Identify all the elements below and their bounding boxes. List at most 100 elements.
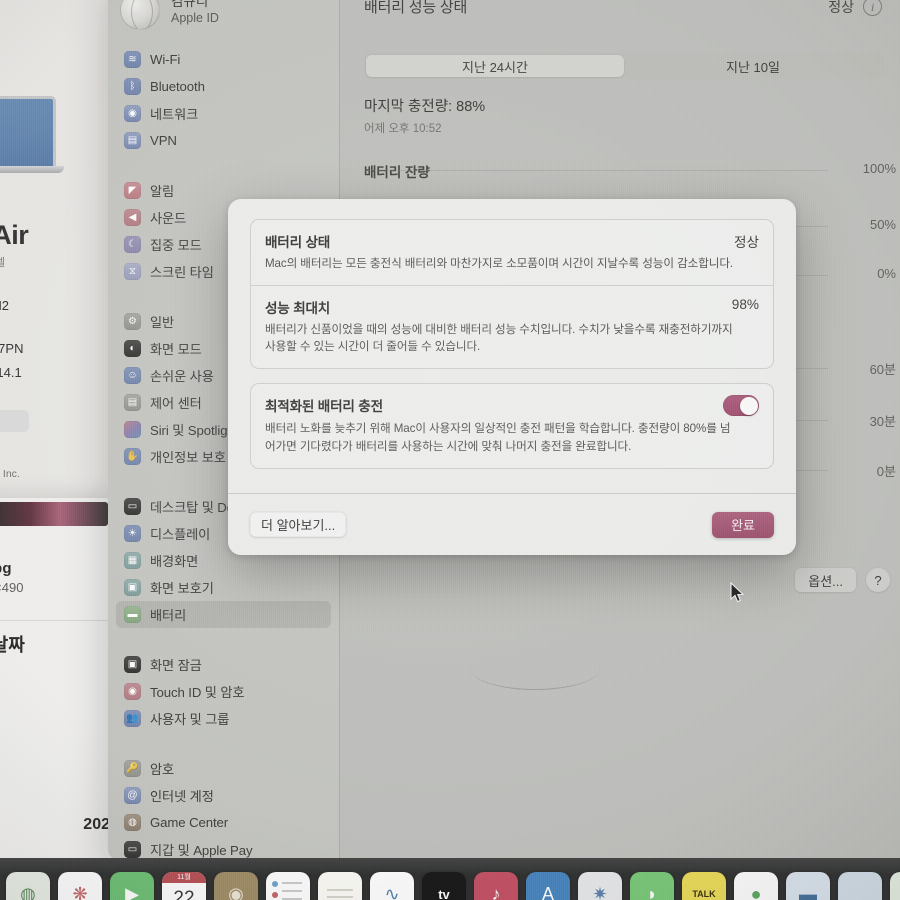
dock-item-app-store[interactable]: A [526, 872, 570, 900]
file-year: 202 [83, 816, 110, 833]
sidebar-item-internet-accounts[interactable]: @ 인터넷 계정 [116, 782, 331, 809]
macbook-illustration [0, 96, 64, 182]
about-chip: M2 [0, 298, 10, 313]
sidebar-item-label: 인터넷 계정 [150, 789, 214, 804]
dock-item-notes[interactable] [318, 872, 362, 900]
battery-health-dialog[interactable]: 배터리 상태 정상 Mac의 배터리는 모든 충전식 배터리와 마찬가지로 소모… [228, 199, 796, 555]
optimized-charging-row: 최적화된 배터리 충전 배터리 노화를 늦추기 위해 Mac이 사용자의 일상적… [251, 384, 773, 467]
sidebar-item-label: Siri 및 Spotligh [150, 423, 235, 438]
sidebar-item-label: Touch ID 및 암호 [150, 685, 245, 700]
time-range-segmented-control[interactable]: 지난 24시간 지난 10일 [364, 53, 884, 79]
sidebar-item-label: 네트워크 [150, 107, 199, 122]
sidebar-item-label: 스크린 타임 [150, 265, 214, 280]
sidebar-item-lock-screen[interactable]: ▣ 화면 잠금 [116, 651, 331, 678]
wallet-apple-pay-icon: ▭ [124, 841, 141, 858]
passwords-icon: 🔑 [124, 760, 141, 777]
files-divider [0, 620, 116, 621]
accessibility-icon: ☺ [124, 367, 141, 384]
sidebar-item-network[interactable]: ◉ 네트워크 [116, 100, 331, 127]
about-product-name: k Air [0, 220, 29, 250]
dock-item-apple-tv[interactable]: tv [422, 872, 466, 900]
sidebar-item-label: 집중 모드 [150, 238, 202, 253]
file-dimensions-1: 735×490 [0, 580, 24, 595]
dock-item-finder-green[interactable]: ● [734, 872, 778, 900]
dock-item-reminders[interactable] [266, 872, 310, 900]
control-center-icon: ▤ [124, 394, 141, 411]
account-name: 김규리 [171, 0, 209, 9]
sidebar-item-users-groups[interactable]: 👥 사용자 및 그룹 [116, 705, 331, 732]
segment-last-10-days[interactable]: 지난 10일 [624, 55, 882, 77]
dock-item-freeform[interactable]: ∿ [370, 872, 414, 900]
sidebar-item-screensaver[interactable]: ▣ 화면 보호기 [116, 574, 331, 601]
sidebar-item-touch-id[interactable]: ◉ Touch ID 및 암호 [116, 678, 331, 705]
options-button[interactable]: 옵션... [795, 568, 856, 592]
battery-condition-title: 배터리 상태 [265, 235, 331, 250]
about-os-version: na 14.1 [0, 364, 22, 380]
game-center-icon: ◍ [124, 814, 141, 831]
sidebar-item-label: Wi-Fi [150, 52, 181, 67]
optimized-charging-toggle[interactable] [723, 395, 759, 417]
dock-item-contacts[interactable]: ◉ [214, 872, 258, 900]
sidebar-item-battery[interactable]: ▬ 배터리 [116, 601, 331, 628]
toggle-knob [739, 396, 758, 415]
touch-id-icon: ◉ [124, 683, 141, 700]
about-more-info-button[interactable] [0, 410, 29, 432]
segment-last-24-hours[interactable]: 지난 24시간 [366, 55, 624, 77]
dock-item-music[interactable]: ♪ [474, 872, 518, 900]
dock-item-calendar[interactable]: 11월 22 [162, 872, 206, 900]
sidebar-group-spacer [108, 732, 339, 745]
sidebar-item-label: VPN [150, 133, 177, 148]
sidebar-item-game-center[interactable]: ◍ Game Center [116, 809, 331, 836]
dock-item-system-settings-blue[interactable]: ▬ [786, 872, 830, 900]
sidebar-item-passwords[interactable]: 🔑 암호 [116, 755, 331, 782]
chart-tick-label: 0분 [876, 464, 896, 479]
done-button[interactable]: 완료 [712, 511, 774, 538]
avatar [120, 0, 160, 30]
file-thumbnail-strip [0, 502, 108, 526]
sidebar-item-vpn[interactable]: ▤ VPN [116, 127, 331, 154]
sidebar-item-wallet-apple-pay[interactable]: ▭ 지갑 및 Apple Pay [116, 836, 331, 860]
sidebar-item-label: 배경화면 [150, 554, 199, 569]
learn-more-button[interactable]: 더 알아보기... [250, 512, 347, 537]
sidebar-item-wifi[interactable]: ≋ Wi-Fi [116, 46, 331, 73]
sidebar-item-label: 제어 센터 [150, 396, 202, 411]
chart-gridline [364, 170, 828, 171]
lock-screen-icon: ▣ [124, 656, 141, 673]
optimized-charging-description: 배터리 노화를 늦추기 위해 Mac이 사용자의 일상적인 충전 패턴을 학습합… [265, 422, 731, 453]
sidebar-group-spacer [108, 154, 339, 167]
wallpaper-icon: ▦ [124, 552, 141, 569]
dock-item-kakaotalk[interactable]: TALK [682, 872, 726, 900]
older-date-header: 더 이전 날짜 [0, 635, 25, 655]
dock-item-blank-blue[interactable] [838, 872, 882, 900]
sidebar-item-bluetooth[interactable]: ᛒ Bluetooth [116, 73, 331, 100]
sidebar-item-label: 화면 모드 [150, 342, 202, 357]
optimized-charging-title: 최적화된 배터리 충전 [265, 399, 383, 415]
help-button[interactable]: ? [866, 568, 890, 592]
dock-item-messages[interactable]: ◗ [630, 872, 674, 900]
status-badge: 정상 [828, 0, 854, 15]
sidebar-group: ≋ Wi-Fi ᛒ Bluetooth ◉ 네트워크 ▤ VPN [108, 46, 339, 154]
dock-item-green-app[interactable]: ▤ [890, 872, 900, 900]
file-dimensions-2: 1,170×2,532 [0, 797, 110, 811]
dock-item-photos[interactable]: ❋ [58, 872, 102, 900]
general-icon: ⚙ [124, 313, 141, 330]
about-serial: -4Q7PN [0, 341, 24, 356]
files-window[interactable]: .jpg 735×490 더 이전 날짜 _456FE11569 EE-1.jp… [0, 498, 116, 858]
vpn-icon: ▤ [124, 132, 141, 149]
chart-tick-label: 0% [877, 266, 896, 281]
sidebar-item-label: 데스크탑 및 Doc [150, 500, 241, 515]
apple-id-account-row[interactable]: 김규리 Apple ID [108, 0, 339, 36]
maximum-capacity-title: 성능 최대치 [265, 301, 331, 317]
screen-photo: k Air 델 M2 -4Q7PN na 14.1 pple Inc. .jpg… [0, 0, 900, 900]
account-subtitle: Apple ID [171, 10, 219, 25]
sidebar-item-label: Game Center [150, 815, 229, 830]
chart-tick-label: 100% [862, 161, 896, 176]
dock-item-safari[interactable]: ✷ [578, 872, 622, 900]
dock-item-facetime[interactable]: ▶ [110, 872, 154, 900]
privacy-security-icon: ✋ [124, 448, 141, 465]
dock[interactable]: ◍ ❋ ▶ 11월22 ◉ ∿ tv ♪ A ✷ ◗ TALK ● ▬ ▤ [0, 858, 900, 900]
file-name-2-line2: EE-1.jpeg [0, 776, 110, 796]
info-icon[interactable]: i [863, 0, 882, 16]
battery-condition-description: Mac의 배터리는 모든 충전식 배터리와 마찬가지로 소모품이며 시간이 지날… [265, 257, 734, 270]
dock-item-maps[interactable]: ◍ [6, 872, 50, 900]
